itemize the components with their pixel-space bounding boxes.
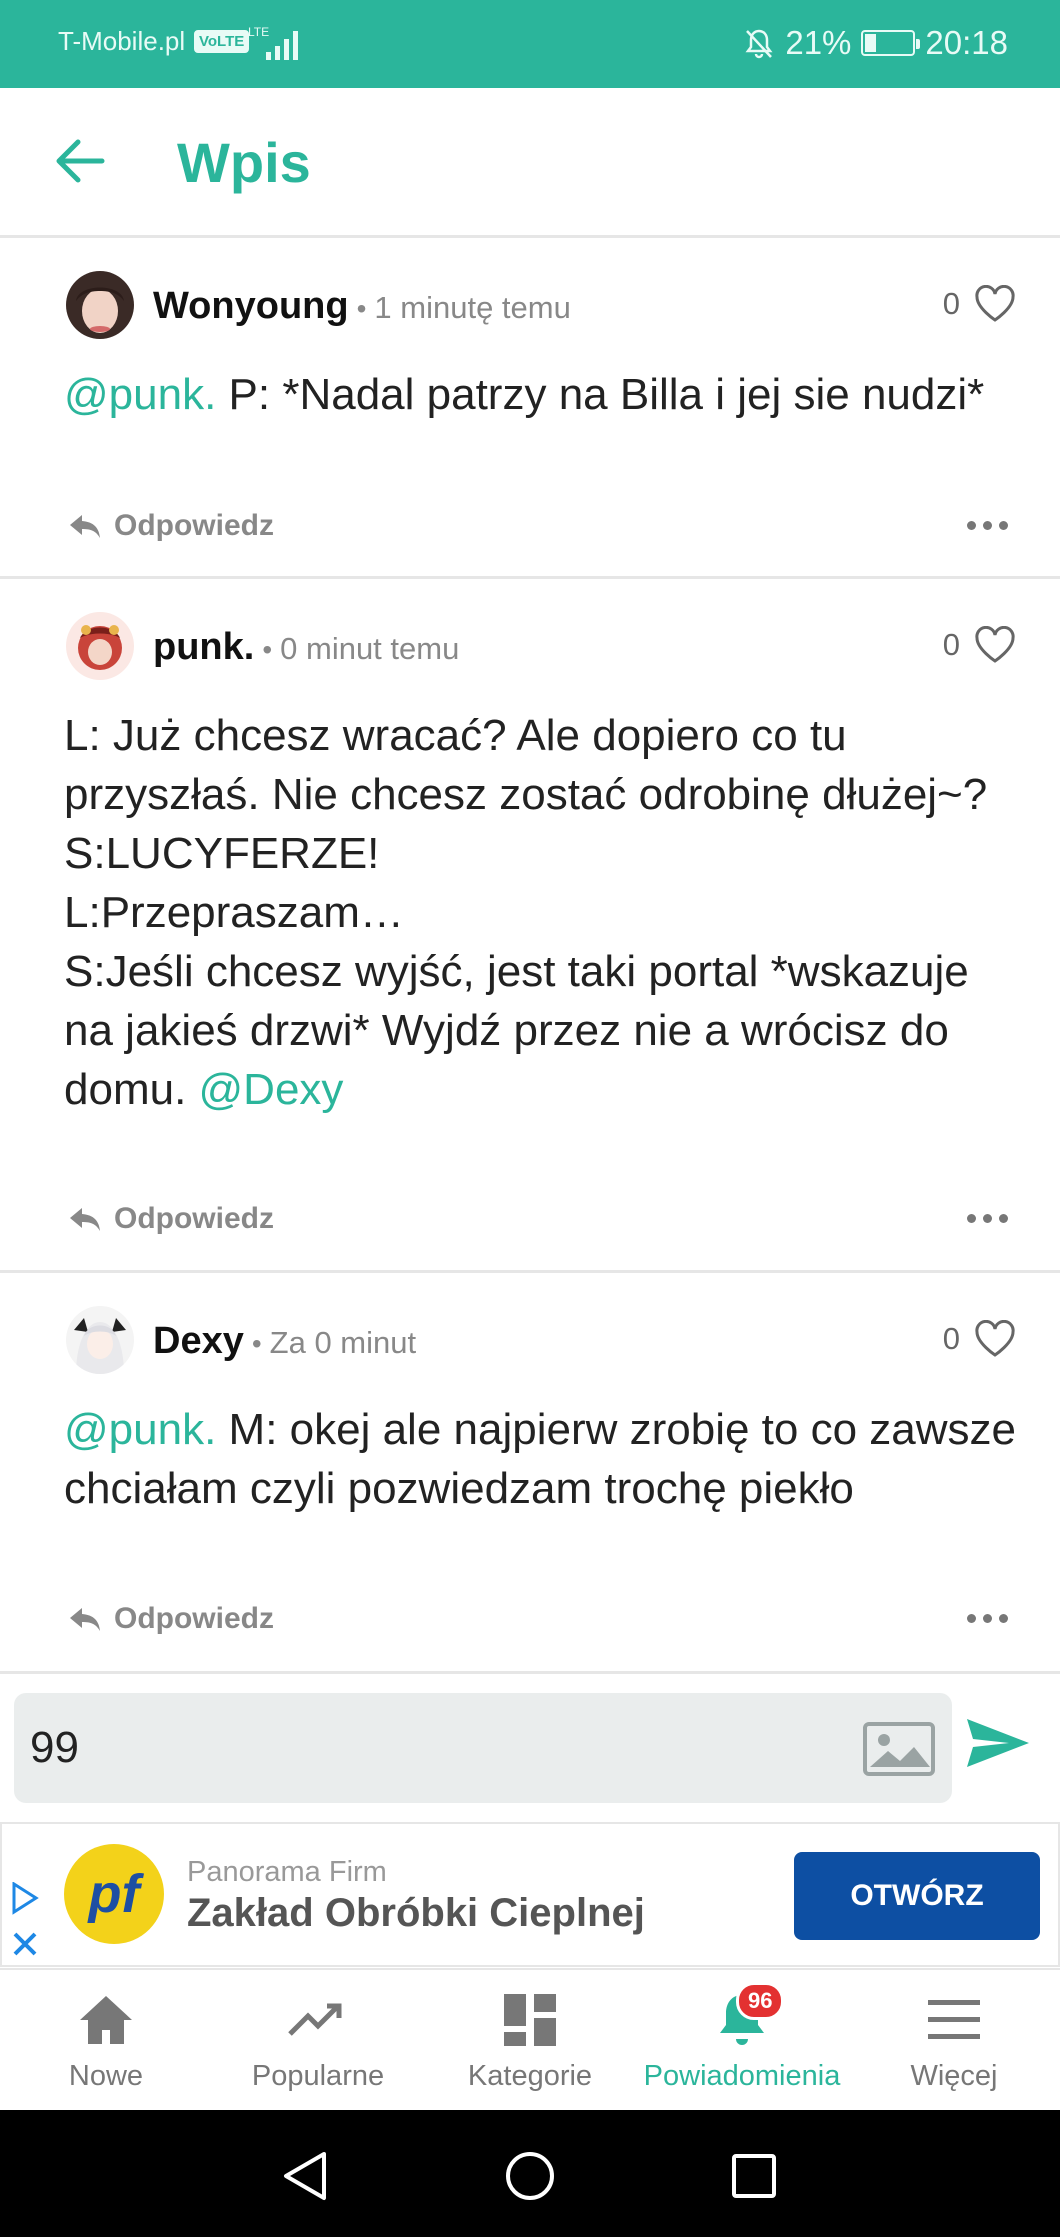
post-body: @punk. P: *Nadal patrzy na Billa i jej s…: [64, 365, 1024, 424]
ad-open-button[interactable]: OTWÓRZ: [794, 1852, 1040, 1940]
post-meta: Dexy • Za 0 minut: [153, 1320, 416, 1363]
send-icon[interactable]: [965, 1715, 1031, 1771]
more-options-icon[interactable]: [967, 521, 1008, 530]
nav-item-nowe[interactable]: Nowe: [0, 1970, 212, 2110]
like-count: 0: [942, 627, 960, 662]
post-meta: Wonyoung • 1 minutę temu: [153, 285, 571, 328]
carrier-name: T-Mobile.pl: [58, 26, 186, 56]
post-time: Za 0 minut: [269, 1325, 417, 1360]
post-line: L: Już chcesz wracać? Ale dopiero co tu …: [64, 711, 988, 819]
nav-item-kategorie[interactable]: Kategorie: [424, 1970, 636, 2110]
system-recents-icon[interactable]: [730, 2150, 778, 2202]
nav-label: Nowe: [68, 2060, 144, 2092]
more-options-icon[interactable]: [967, 1614, 1008, 1623]
system-back-icon[interactable]: [280, 2150, 330, 2202]
heart-icon[interactable]: [974, 1320, 1016, 1358]
like-control[interactable]: 0: [943, 1320, 1016, 1358]
mention-link[interactable]: @punk.: [64, 1405, 216, 1454]
clock: 20:18: [925, 24, 1008, 61]
ad-banner[interactable]: pf Panorama Firm Zakład Obróbki Cieplnej…: [0, 1822, 1060, 1967]
nav-label: Popularne: [251, 2060, 385, 2092]
author-name[interactable]: Dexy: [153, 1320, 244, 1363]
like-control[interactable]: 0: [943, 285, 1016, 323]
heart-icon[interactable]: [974, 626, 1016, 664]
reply-label: Odpowiedz: [114, 509, 274, 542]
battery-percent: 21%: [785, 24, 852, 61]
reply-icon: [70, 1608, 100, 1631]
ad-choices-icon[interactable]: [10, 1882, 40, 1960]
heart-icon[interactable]: [974, 285, 1016, 323]
more-options-icon[interactable]: [967, 1214, 1008, 1223]
comment-input[interactable]: [30, 1713, 850, 1783]
image-attach-icon[interactable]: [862, 1721, 936, 1777]
notification-badge: 96: [736, 1982, 785, 2020]
post-body: L: Już chcesz wracać? Ale dopiero co tu …: [64, 706, 1024, 1119]
battery-icon: [861, 30, 921, 56]
post-time: 0 minut temu: [280, 631, 460, 666]
nav-label: Powiadomienia: [643, 2060, 841, 2092]
reply-label: Odpowiedz: [114, 1202, 274, 1235]
comment-post: punk. • 0 minut temu 0 L: Już chcesz wra…: [0, 582, 1060, 1273]
post-body: @punk. M: okej ale najpierw zrobię to co…: [64, 1400, 1024, 1518]
separator-dot: •: [262, 634, 273, 665]
signal-icon: LTE: [248, 25, 298, 60]
author-name[interactable]: punk.: [153, 626, 254, 669]
like-control[interactable]: 0: [943, 626, 1016, 664]
reply-button[interactable]: Odpowiedz: [68, 1202, 274, 1236]
reply-label: Odpowiedz: [114, 1602, 274, 1635]
nav-item-popularne[interactable]: Popularne: [212, 1970, 424, 2110]
post-line: S:Jeśli chcesz wyjść, jest taki portal *…: [64, 942, 1024, 1119]
avatar[interactable]: [66, 1306, 134, 1374]
bottom-navigation: Nowe Popularne Kategorie 96 Powiadomieni…: [0, 1968, 1060, 2110]
ad-headline[interactable]: Zakład Obróbki Cieplnej: [187, 1891, 645, 1936]
like-count: 0: [942, 286, 960, 321]
system-home-icon[interactable]: [504, 2150, 556, 2202]
nav-label: Więcej: [910, 2060, 998, 2092]
like-count: 0: [942, 1321, 960, 1356]
advertiser-logo: pf: [64, 1844, 164, 1944]
post-line: S:LUCYFERZE!: [64, 829, 380, 878]
mute-bell-icon: [745, 29, 773, 59]
home-icon: [76, 1990, 136, 2050]
categories-icon: [502, 1990, 558, 2050]
nav-item-wiecej[interactable]: Więcej: [848, 1970, 1060, 2110]
page-title: Wpis: [177, 131, 311, 194]
trending-icon: [287, 1990, 349, 2050]
reply-icon: [70, 1208, 100, 1231]
ad-brand: Panorama Firm: [187, 1856, 387, 1888]
avatar[interactable]: [66, 271, 134, 339]
nav-label: Kategorie: [467, 2060, 593, 2092]
comment-post: Dexy • Za 0 minut 0 @punk. M: okej ale n…: [0, 1276, 1060, 1674]
comment-post: Wonyoung • 1 minutę temu 0 @punk. P: *Na…: [0, 241, 1060, 579]
back-arrow-icon[interactable]: [52, 136, 108, 186]
svg-text:LTE: LTE: [248, 25, 269, 39]
separator-dot: •: [356, 293, 367, 324]
menu-icon: [926, 1990, 982, 2050]
volte-badge: VoLTE: [194, 30, 250, 53]
comment-composer: [14, 1693, 952, 1803]
mention-link[interactable]: @Dexy: [199, 1065, 344, 1114]
system-navigation-bar: [0, 2110, 1060, 2237]
reply-button[interactable]: Odpowiedz: [68, 1602, 274, 1636]
separator-dot: •: [251, 1328, 262, 1359]
status-bar: T-Mobile.pl VoLTE LTE 21% 20:18: [0, 0, 1060, 88]
nav-item-powiadomienia[interactable]: 96 Powiadomienia: [636, 1970, 848, 2110]
author-name[interactable]: Wonyoung: [153, 285, 349, 328]
reply-button[interactable]: Odpowiedz: [68, 509, 274, 543]
avatar[interactable]: [66, 612, 134, 680]
post-time: 1 minutę temu: [374, 290, 571, 325]
mention-link[interactable]: @punk.: [64, 370, 216, 419]
app-header: Wpis: [0, 88, 1060, 238]
post-meta: punk. • 0 minut temu: [153, 626, 459, 669]
status-right: 21% 20:18: [743, 24, 1008, 62]
post-text: P: *Nadal patrzy na Billa i jej sie nudz…: [216, 370, 985, 419]
reply-icon: [70, 515, 100, 538]
post-line: L:Przepraszam…: [64, 888, 404, 937]
